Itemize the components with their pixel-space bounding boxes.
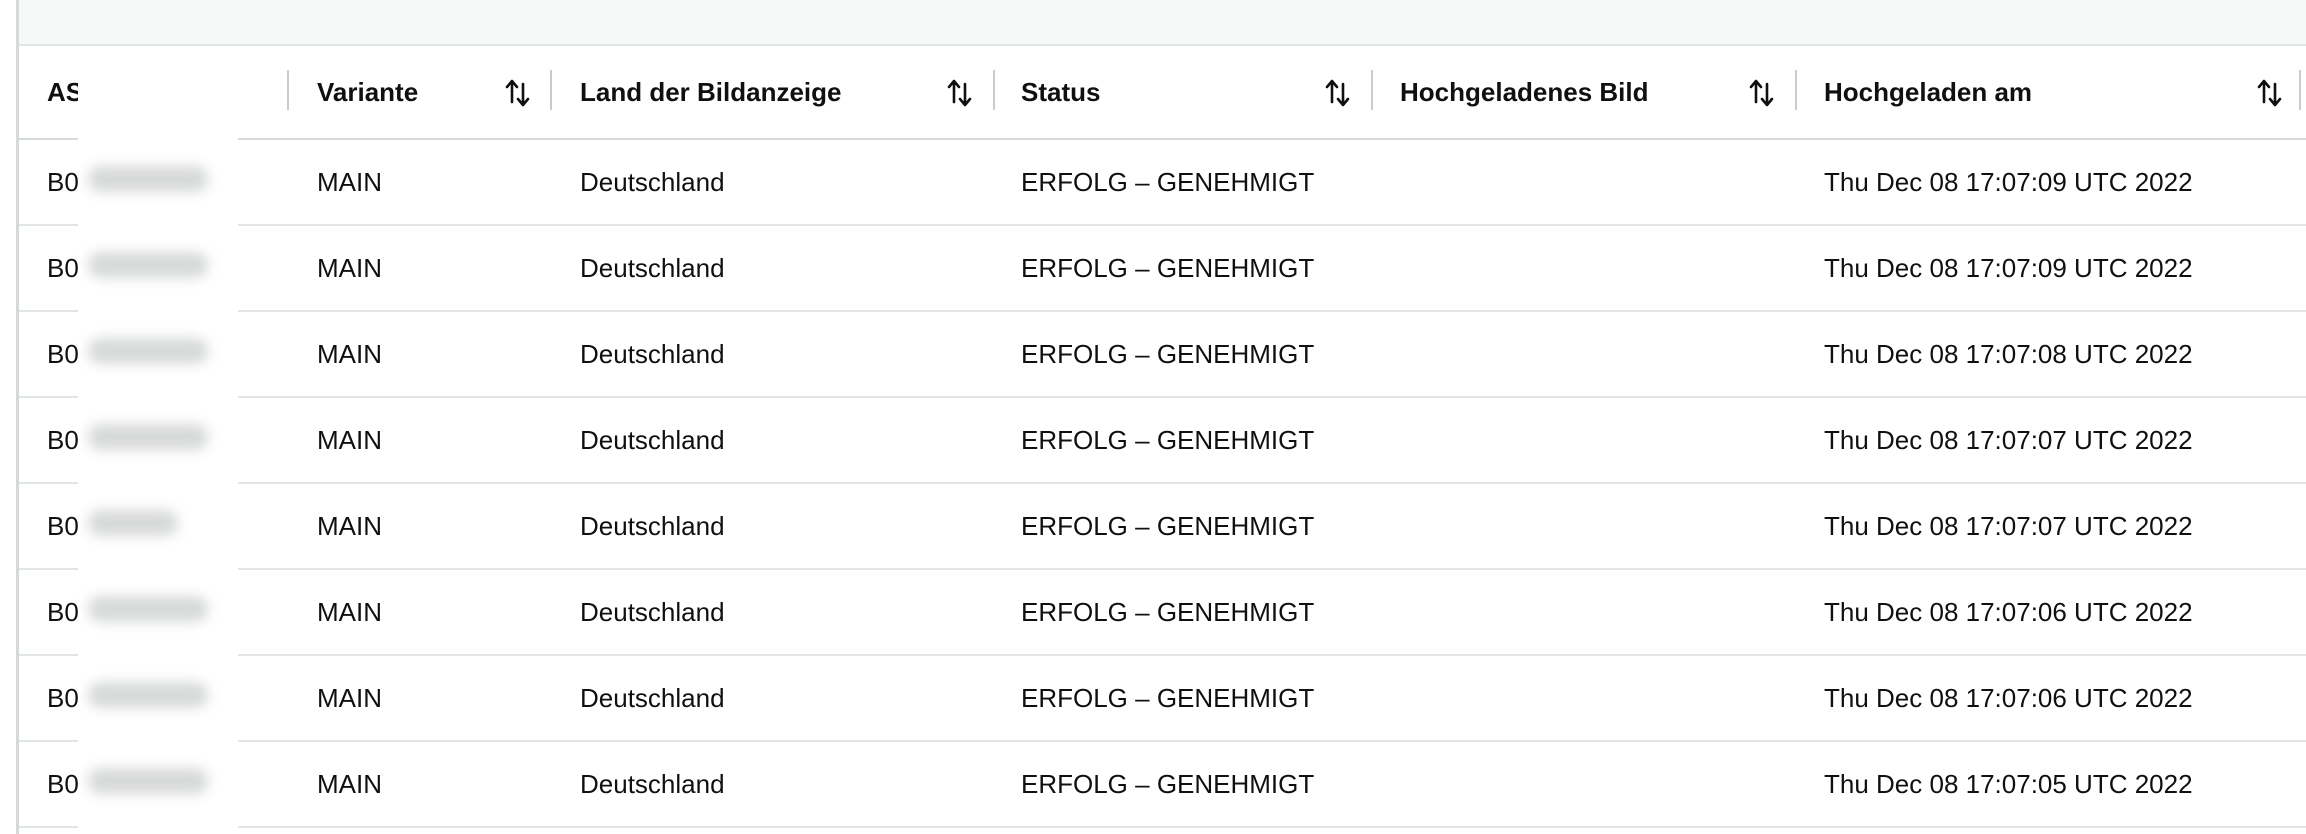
uploaded-at-cell: Thu Dec 08 17:07:08 UTC 2022 <box>1824 338 2193 369</box>
column-header-uploaded-at[interactable]: Hochgeladen am <box>1824 46 2294 138</box>
sort-up-down-icon[interactable] <box>1749 76 1775 108</box>
redacted-text <box>88 682 208 708</box>
column-separator <box>1371 70 1373 110</box>
status-cell: ERFOLG – GENEHMIGT <box>1021 166 1315 197</box>
uploaded-image-cell <box>1400 656 1820 740</box>
status-cell: ERFOLG – GENEHMIGT <box>1021 252 1315 283</box>
sort-up-down-icon[interactable] <box>947 76 973 108</box>
country-cell: Deutschland <box>580 338 725 369</box>
uploaded-image-cell <box>1400 570 1820 654</box>
country-cell: Deutschland <box>580 768 725 799</box>
variant-cell: MAIN <box>317 596 382 627</box>
uploaded-image-cell <box>1400 312 1820 396</box>
variant-cell: MAIN <box>317 166 382 197</box>
table-header-row: ASIN Variante Land der Bildanzeige <box>19 46 2306 140</box>
uploaded-at-cell: Thu Dec 08 17:07:06 UTC 2022 <box>1824 682 2193 713</box>
redacted-text <box>88 252 208 278</box>
table-row: B00 MAIN Deutschland ERFOLG – GENEHMIGT … <box>19 484 2306 570</box>
status-cell: ERFOLG – GENEHMIGT <box>1021 510 1315 541</box>
toolbar-strip <box>19 0 2306 46</box>
status-cell: ERFOLG – GENEHMIGT <box>1021 768 1315 799</box>
table-row: B00 MAIN Deutschland ERFOLG – GENEHMIGT … <box>19 312 2306 398</box>
status-cell: ERFOLG – GENEHMIGT <box>1021 682 1315 713</box>
country-cell: Deutschland <box>580 424 725 455</box>
variant-cell: MAIN <box>317 768 382 799</box>
column-header-label: Land der Bildanzeige <box>580 76 842 107</box>
variant-cell: MAIN <box>317 338 382 369</box>
uploaded-image-cell <box>1400 398 1820 482</box>
uploaded-image-cell <box>1400 140 1820 224</box>
uploaded-image-cell <box>1400 226 1820 310</box>
country-cell: Deutschland <box>580 510 725 541</box>
table-row: B00 MAIN Deutschland ERFOLG – GENEHMIGT … <box>19 140 2306 226</box>
table-row: B01 MAIN Deutschland ERFOLG – GENEHMIGT … <box>19 570 2306 656</box>
table-row: B00 MAIN Deutschland ERFOLG – GENEHMIGT … <box>19 226 2306 312</box>
upload-history-view: ASIN Variante Land der Bildanzeige <box>0 0 2306 834</box>
column-separator <box>287 70 289 110</box>
redacted-text <box>88 166 208 192</box>
uploaded-at-cell: Thu Dec 08 17:07:06 UTC 2022 <box>1824 596 2193 627</box>
image-upload-table: ASIN Variante Land der Bildanzeige <box>19 46 2306 828</box>
status-cell: ERFOLG – GENEHMIGT <box>1021 424 1315 455</box>
variant-cell: MAIN <box>317 252 382 283</box>
column-header-label: Variante <box>317 76 419 107</box>
sort-up-down-icon[interactable] <box>505 76 531 108</box>
variant-cell: MAIN <box>317 424 382 455</box>
uploaded-at-cell: Thu Dec 08 17:07:09 UTC 2022 <box>1824 166 2193 197</box>
uploaded-at-cell: Thu Dec 08 17:07:09 UTC 2022 <box>1824 252 2193 283</box>
uploaded-image-cell <box>1400 484 1820 568</box>
uploaded-at-cell: Thu Dec 08 17:07:07 UTC 2022 <box>1824 424 2193 455</box>
column-header-country[interactable]: Land der Bildanzeige <box>580 46 1000 138</box>
uploaded-at-cell: Thu Dec 08 17:07:07 UTC 2022 <box>1824 510 2193 541</box>
table-row: B01 MAIN Deutschland ERFOLG – GENEHMIGT … <box>19 742 2306 828</box>
table-row: B01 MAIN Deutschland ERFOLG – GENEHMIGT … <box>19 656 2306 742</box>
column-separator <box>550 70 552 110</box>
table-row: B00 MAIN Deutschland ERFOLG – GENEHMIGT … <box>19 398 2306 484</box>
redacted-text <box>88 510 178 536</box>
sort-up-down-icon[interactable] <box>1325 76 1351 108</box>
status-cell: ERFOLG – GENEHMIGT <box>1021 596 1315 627</box>
column-header-label: Hochgeladenes Bild <box>1400 76 1649 107</box>
redacted-text <box>88 596 208 622</box>
country-cell: Deutschland <box>580 252 725 283</box>
status-cell: ERFOLG – GENEHMIGT <box>1021 338 1315 369</box>
redacted-text <box>88 338 208 364</box>
sort-up-down-icon[interactable] <box>2257 76 2283 108</box>
column-separator <box>1795 70 1797 110</box>
variant-cell: MAIN <box>317 510 382 541</box>
column-separator <box>2299 70 2301 110</box>
uploaded-at-cell: Thu Dec 08 17:07:05 UTC 2022 <box>1824 768 2193 799</box>
country-cell: Deutschland <box>580 166 725 197</box>
redacted-text <box>88 424 208 450</box>
column-header-label: Status <box>1021 76 1101 107</box>
country-cell: Deutschland <box>580 682 725 713</box>
variant-cell: MAIN <box>317 682 382 713</box>
column-separator <box>993 70 995 110</box>
country-cell: Deutschland <box>580 596 725 627</box>
redacted-text <box>88 768 208 794</box>
uploaded-image-cell <box>1400 742 1820 826</box>
redaction-overlay <box>78 46 238 834</box>
column-header-label: Hochgeladen am <box>1824 76 2033 107</box>
